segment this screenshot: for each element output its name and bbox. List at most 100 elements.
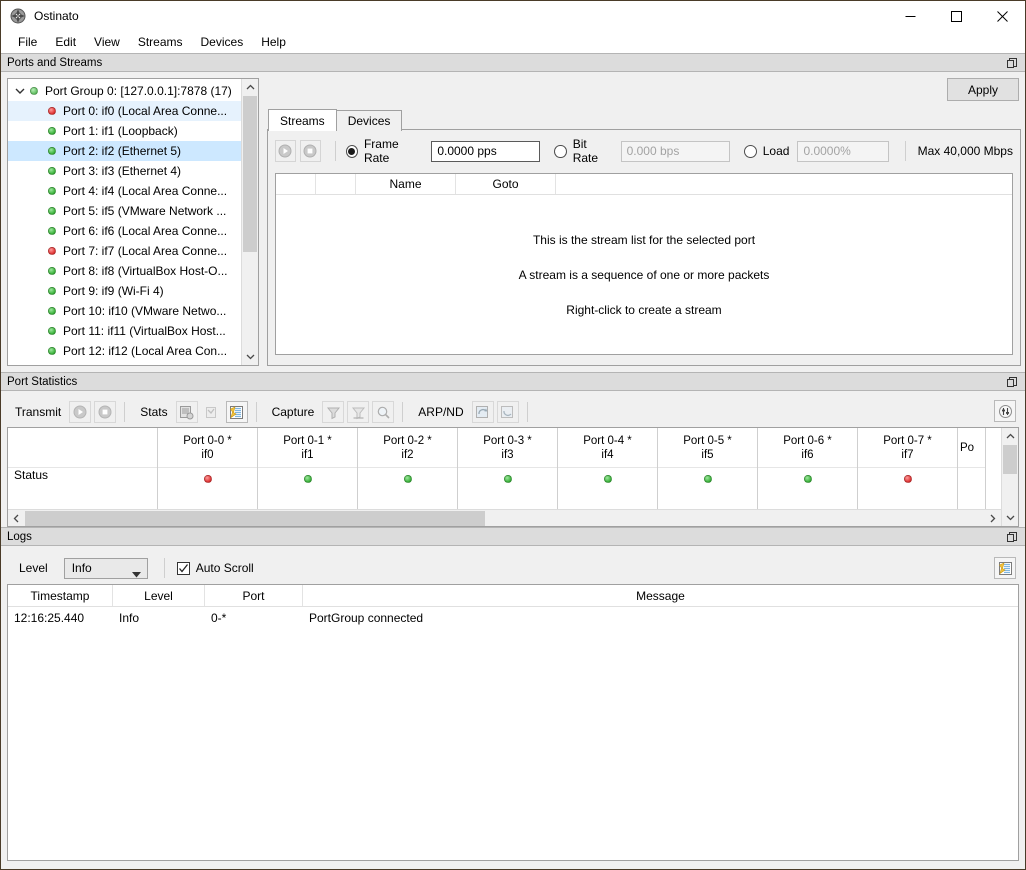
start-capture-button[interactable] (322, 401, 345, 423)
load-radio[interactable]: Load (743, 144, 790, 158)
stop-capture-button[interactable] (347, 401, 370, 423)
scroll-down-icon[interactable] (242, 348, 258, 365)
tab-devices[interactable]: Devices (335, 110, 403, 131)
port-tree-item-5[interactable]: Port 5: if5 (VMware Network ... (8, 201, 241, 221)
stream-col-icon[interactable] (316, 174, 356, 194)
bit-rate-input[interactable]: 0.000 bps (620, 140, 730, 162)
port-tree-item-0[interactable]: Port 0: if0 (Local Area Conne... (8, 101, 241, 121)
log-col-message[interactable]: Message (303, 585, 1018, 606)
stream-col-name[interactable]: Name (356, 174, 456, 194)
stop-transmit-button[interactable] (299, 140, 321, 162)
radio-icon[interactable] (345, 144, 358, 158)
chevron-down-icon[interactable] (12, 83, 28, 99)
log-col-port[interactable]: Port (205, 585, 303, 606)
minimize-button[interactable] (887, 1, 933, 31)
menu-streams[interactable]: Streams (129, 32, 192, 52)
float-dock-icon[interactable] (1007, 57, 1019, 69)
stats-horizontal-scrollbar[interactable] (8, 509, 1001, 526)
scrollbar-track[interactable] (242, 96, 258, 348)
stop-transmit-button[interactable] (94, 401, 117, 423)
log-col-timestamp[interactable]: Timestamp (8, 585, 113, 606)
radio-icon[interactable] (743, 144, 757, 158)
port-status-dot (48, 107, 56, 115)
log-level-select[interactable]: Info (63, 557, 148, 581)
stats-column-6[interactable]: Port 0-6 * if6 (758, 428, 858, 509)
scroll-up-icon[interactable] (242, 79, 258, 96)
stats-column-title: Port 0-4 * (583, 434, 632, 447)
tab-streams[interactable]: Streams (268, 109, 337, 131)
port-tree[interactable]: Port Group 0: [127.0.0.1]:7878 (17) Port… (7, 78, 259, 366)
scrollbar-thumb[interactable] (1003, 445, 1017, 475)
frame-rate-input[interactable]: 0.0000 pps (431, 140, 541, 162)
stats-column-0[interactable]: Port 0-0 * if0 (158, 428, 258, 509)
bit-rate-radio[interactable]: Bit Rate (554, 137, 612, 165)
menu-help[interactable]: Help (252, 32, 295, 52)
log-col-level[interactable]: Level (113, 585, 205, 606)
port-tree-item-4[interactable]: Port 4: if4 (Local Area Conne... (8, 181, 241, 201)
float-dock-icon[interactable] (1007, 376, 1019, 388)
stats-column-3[interactable]: Port 0-3 * if3 (458, 428, 558, 509)
view-capture-button[interactable] (372, 401, 395, 423)
port-tree-item-12[interactable]: Port 12: if12 (Local Area Con... (8, 341, 241, 361)
stats-column-4[interactable]: Port 0-4 * if4 (558, 428, 658, 509)
port-statistics-grid[interactable]: Status Port 0-0 * if0 Port 0-1 * if1 Por… (7, 427, 1019, 527)
frame-rate-radio[interactable]: Frame Rate (345, 137, 424, 165)
log-table[interactable]: Timestamp Level Port Message 12:16:25.44… (7, 584, 1019, 861)
port-tree-item-10[interactable]: Port 10: if10 (VMware Netwo... (8, 301, 241, 321)
menu-devices[interactable]: Devices (192, 32, 253, 52)
port-group-status-dot (30, 87, 38, 95)
menu-file[interactable]: File (9, 32, 46, 52)
load-label: Load (762, 144, 790, 158)
stats-column-5[interactable]: Port 0-5 * if5 (658, 428, 758, 509)
clear-neighbors-button[interactable] (496, 401, 519, 423)
hscrollbar-track[interactable] (25, 510, 984, 527)
stats-column-8-partial[interactable]: Po (958, 428, 986, 509)
load-input[interactable]: 0.0000% (797, 140, 889, 162)
clear-all-stats-button[interactable] (200, 401, 223, 423)
toolbar-separator (124, 402, 126, 422)
port-tree-item-11[interactable]: Port 11: if11 (VirtualBox Host... (8, 321, 241, 341)
stream-list[interactable]: Name Goto This is the stream list for th… (275, 173, 1013, 355)
close-button[interactable] (979, 1, 1025, 31)
port-tree-item-9[interactable]: Port 9: if9 (Wi-Fi 4) (8, 281, 241, 301)
scroll-up-icon[interactable] (1002, 428, 1018, 445)
stream-col-enable[interactable] (276, 174, 316, 194)
scrollbar-track[interactable] (1002, 445, 1018, 509)
stream-col-goto[interactable]: Goto (456, 174, 556, 194)
hscrollbar-thumb[interactable] (25, 510, 486, 526)
log-row[interactable]: 12:16:25.440 Info 0-* PortGroup connecte… (8, 607, 1018, 629)
stats-column-7[interactable]: Port 0-7 * if7 (858, 428, 958, 509)
start-transmit-button[interactable] (69, 401, 92, 423)
menu-view[interactable]: View (85, 32, 129, 52)
port-tree-item-6[interactable]: Port 6: if6 (Local Area Conne... (8, 221, 241, 241)
port-stats-filter-button[interactable] (225, 401, 248, 423)
maximize-button[interactable] (933, 1, 979, 31)
clear-stats-button[interactable] (175, 401, 198, 423)
port-tree-item-1[interactable]: Port 1: if1 (Loopback) (8, 121, 241, 141)
scroll-right-icon[interactable] (984, 514, 1001, 523)
radio-icon[interactable] (554, 144, 567, 158)
logs-right-controls (994, 557, 1019, 579)
stats-column-2[interactable]: Port 0-2 * if2 (358, 428, 458, 509)
stats-vertical-scrollbar[interactable] (1001, 428, 1018, 526)
apply-button[interactable]: Apply (947, 78, 1019, 101)
port-tree-scrollbar[interactable] (241, 79, 258, 365)
stats-filter-icon[interactable] (994, 400, 1016, 422)
chevron-down-icon[interactable] (131, 567, 141, 581)
clear-log-button[interactable] (994, 557, 1016, 579)
menu-edit[interactable]: Edit (46, 32, 85, 52)
port-tree-item-3[interactable]: Port 3: if3 (Ethernet 4) (8, 161, 241, 181)
scroll-left-icon[interactable] (8, 514, 25, 523)
scroll-down-icon[interactable] (1002, 509, 1018, 526)
start-transmit-button[interactable] (275, 140, 296, 162)
port-group-row[interactable]: Port Group 0: [127.0.0.1]:7878 (17) (8, 81, 241, 101)
port-tree-item-2[interactable]: Port 2: if2 (Ethernet 5) (8, 141, 241, 161)
float-dock-icon[interactable] (1007, 531, 1019, 543)
port-tree-item-7[interactable]: Port 7: if7 (Local Area Conne... (8, 241, 241, 261)
auto-scroll-checkbox[interactable]: Auto Scroll (176, 561, 254, 575)
resolve-neighbors-button[interactable] (471, 401, 494, 423)
port-tree-item-8[interactable]: Port 8: if8 (VirtualBox Host-O... (8, 261, 241, 281)
scrollbar-thumb[interactable] (243, 96, 257, 253)
checkbox-icon[interactable] (176, 561, 190, 575)
stats-column-1[interactable]: Port 0-1 * if1 (258, 428, 358, 509)
